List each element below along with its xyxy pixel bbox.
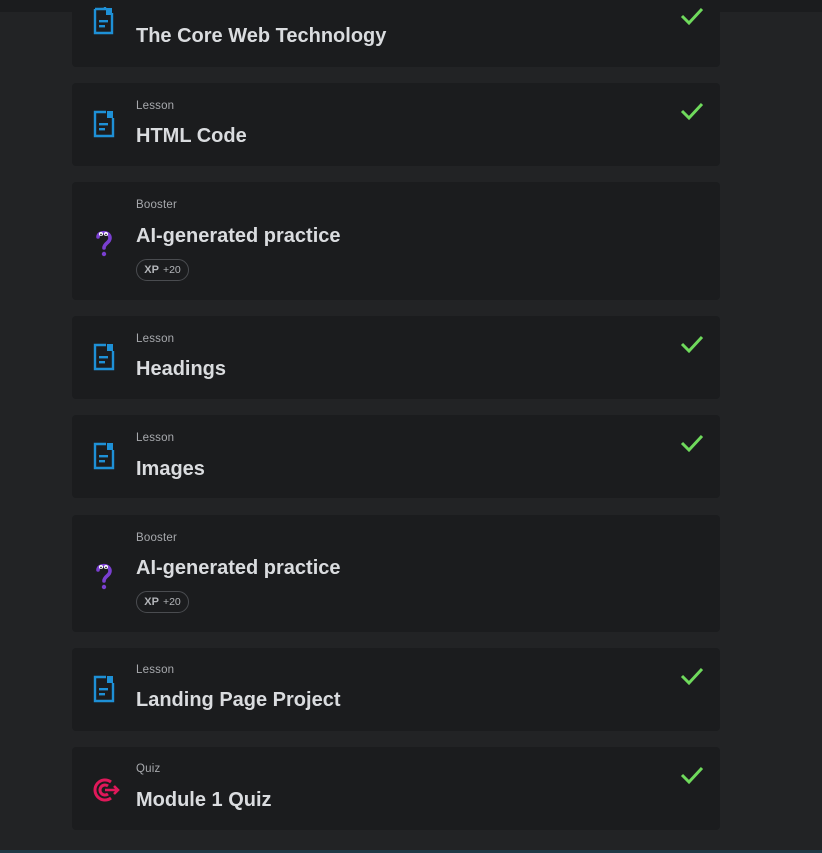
document-icon: [92, 675, 116, 703]
xp-badge: XP +20: [136, 259, 189, 281]
xp-label: XP: [144, 596, 159, 608]
item-title: Module 1 Quiz: [136, 789, 272, 811]
list-item-landing-page-project[interactable]: Lesson Landing Page Project: [72, 648, 720, 731]
item-title: HTML Code: [136, 125, 247, 147]
checkmark-icon: [680, 334, 704, 354]
item-title: Images: [136, 458, 205, 480]
checkmark-icon: [680, 765, 704, 785]
checkmark-icon: [680, 101, 704, 121]
xp-points: +20: [162, 596, 181, 608]
item-title: Headings: [136, 358, 227, 380]
item-title: AI-generated practice: [136, 225, 341, 247]
item-type-label: Quiz: [136, 763, 161, 775]
checkmark-icon: [680, 433, 704, 453]
target-icon: [92, 776, 120, 804]
list-item-headings[interactable]: Lesson Headings: [72, 316, 720, 399]
list-item-html-code[interactable]: Lesson HTML Code: [72, 83, 720, 166]
list-item-booster-practice[interactable]: Booster AI-generated practice XP +20: [72, 515, 720, 632]
xp-points: +20: [162, 264, 181, 276]
item-type-label: Lesson: [136, 333, 175, 345]
list-item-booster-practice[interactable]: Booster AI-generated practice XP +20: [72, 182, 720, 300]
item-title: AI-generated practice: [136, 557, 341, 579]
item-type-label: Booster: [136, 199, 178, 211]
document-icon: [92, 343, 116, 371]
xp-label: XP: [144, 264, 159, 276]
item-title: The Core Web Technology: [136, 25, 387, 47]
item-type-label: Booster: [136, 532, 178, 544]
item-type-label: Lesson: [136, 664, 175, 676]
list-item-core-web-technology[interactable]: The Core Web Technology: [72, 0, 720, 67]
document-icon: [92, 7, 116, 35]
list-item-module-quiz[interactable]: Quiz Module 1 Quiz: [72, 747, 720, 830]
document-icon: [92, 110, 116, 138]
xp-badge: XP +20: [136, 591, 189, 613]
question-mark-icon: [92, 228, 116, 257]
checkmark-icon: [680, 6, 704, 26]
item-title: Landing Page Project: [136, 689, 341, 711]
question-mark-icon: [92, 561, 116, 590]
document-icon: [92, 442, 116, 470]
checkmark-icon: [680, 666, 704, 686]
list-item-images[interactable]: Lesson Images: [72, 415, 720, 498]
item-type-label: Lesson: [136, 100, 175, 112]
item-type-label: Lesson: [136, 432, 175, 444]
